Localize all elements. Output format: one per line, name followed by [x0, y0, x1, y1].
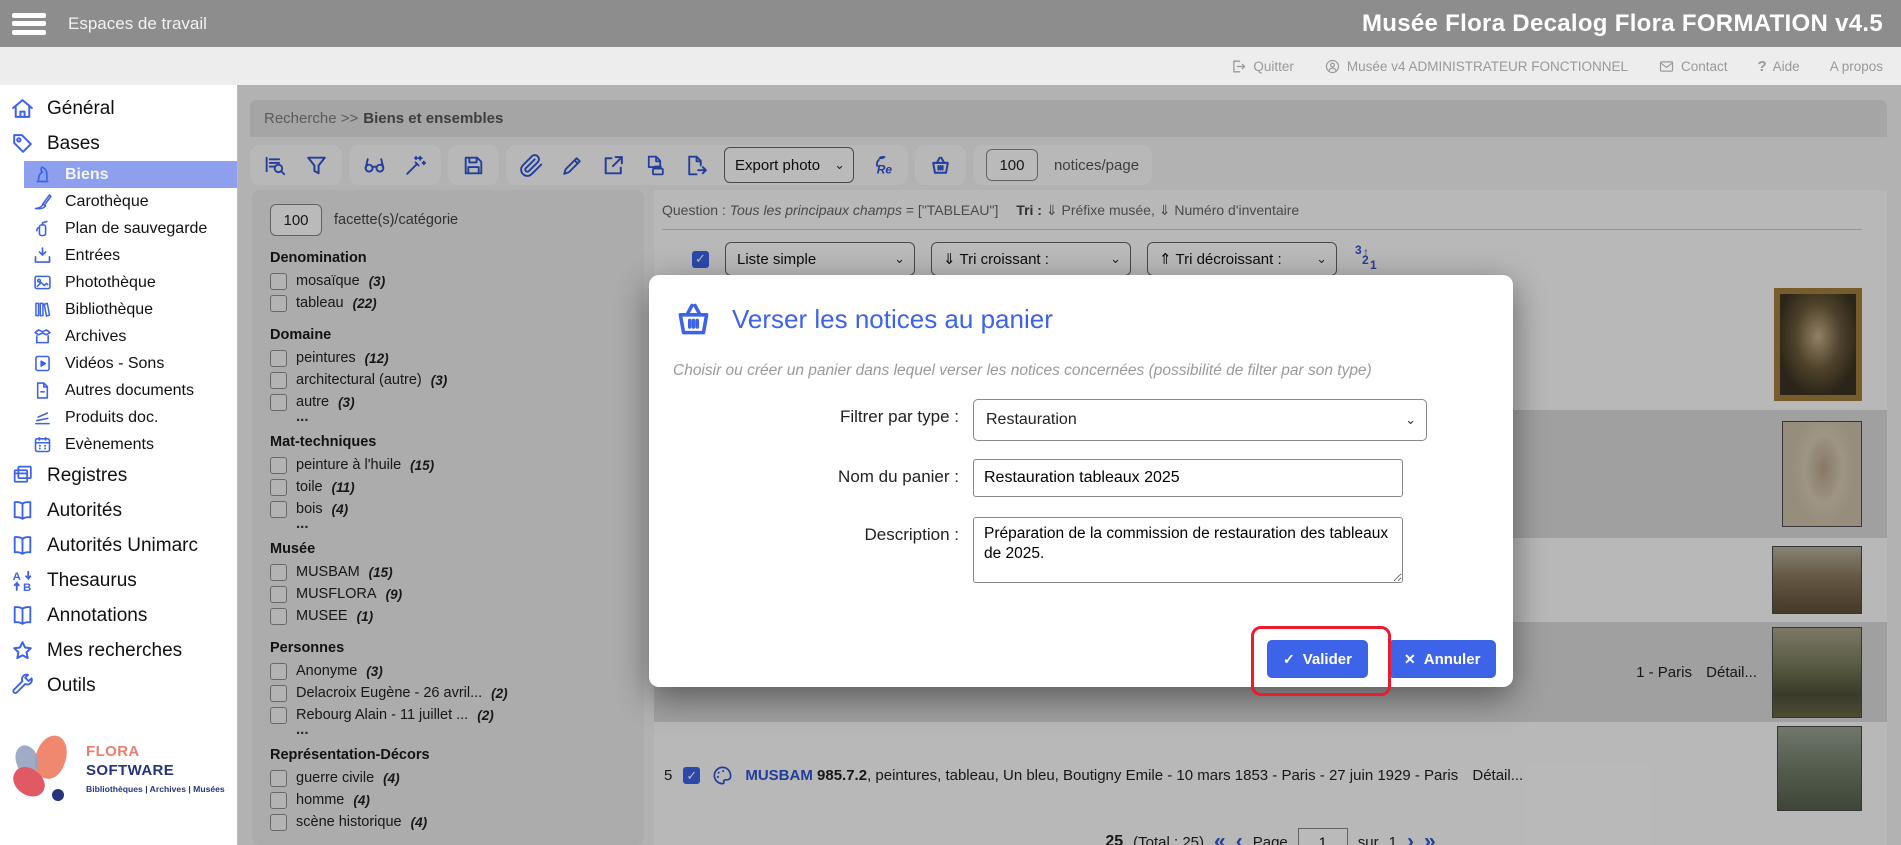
sidebar-item-autorites-unimarc[interactable]: Autorités Unimarc	[0, 528, 237, 563]
modal-subtitle: Choisir ou créer un panier dans lequel v…	[649, 342, 1513, 380]
sidebar-item-outils[interactable]: Outils	[0, 668, 237, 703]
sidebar-item-bibliotheque[interactable]: Bibliothèque	[0, 296, 237, 323]
star-icon	[10, 638, 35, 663]
workspace-label[interactable]: Espaces de travail	[68, 14, 207, 34]
az-sort-icon	[10, 568, 35, 593]
archive-box-icon	[32, 326, 53, 347]
description-textarea[interactable]	[973, 517, 1403, 583]
description-label: Description :	[649, 517, 959, 545]
tag-icon	[10, 131, 35, 156]
envelope-icon	[1658, 58, 1675, 75]
home-icon	[10, 96, 35, 121]
sidebar-item-autres-documents[interactable]: Autres documents	[0, 377, 237, 404]
sidebar-item-videos-sons[interactable]: Vidéos - Sons	[0, 350, 237, 377]
open-book-icon	[10, 498, 35, 523]
app-header: Espaces de travail Musée Flora Decalog F…	[0, 0, 1901, 47]
tray-download-icon	[32, 245, 53, 266]
extinguisher-icon	[32, 218, 53, 239]
image-icon	[32, 272, 53, 293]
video-icon	[32, 353, 53, 374]
basket-modal: Verser les notices au panier Choisir ou …	[649, 275, 1513, 687]
sidebar-item-entrees[interactable]: Entrées	[0, 242, 237, 269]
question-mark-icon: ?	[1758, 58, 1767, 75]
hamburger-menu-icon[interactable]	[12, 13, 46, 35]
check-icon: ✓	[1283, 651, 1295, 668]
open-book-icon	[10, 533, 35, 558]
calendar-icon	[32, 434, 53, 455]
filter-type-select[interactable]: Restauration ⌄	[973, 399, 1427, 441]
sidebar-item-registres[interactable]: Registres	[0, 458, 237, 493]
flora-software-logo: FLORA SOFTWARE Bibliothèques | Archives …	[8, 733, 228, 805]
open-book-icon	[10, 603, 35, 628]
sidebar-item-general[interactable]: Général	[0, 91, 237, 126]
contact-button[interactable]: Contact	[1658, 58, 1728, 75]
chevron-down-icon: ⌄	[1405, 412, 1416, 428]
user-icon	[1324, 58, 1341, 75]
sidebar-item-carotheque[interactable]: Carothèque	[0, 188, 237, 215]
document-icon	[32, 380, 53, 401]
about-button[interactable]: A propos	[1830, 59, 1883, 74]
sidebar: Général Bases Biens Carothèque Plan de s…	[0, 85, 238, 845]
user-menu[interactable]: Musée v4 ADMINISTRATEUR FONCTIONNEL	[1324, 58, 1628, 75]
flora-petals-icon	[8, 733, 78, 805]
sidebar-item-produits-doc[interactable]: Produits doc.	[0, 404, 237, 431]
app-title: Musée Flora Decalog Flora FORMATION v4.5	[1362, 10, 1883, 38]
layers-icon	[10, 463, 35, 488]
brush-icon	[32, 191, 53, 212]
basket-icon	[671, 297, 716, 342]
app-window: Espaces de travail Musée Flora Decalog F…	[0, 0, 1901, 845]
sidebar-item-plan-de-sauvegarde[interactable]: Plan de sauvegarde	[0, 215, 237, 242]
help-button[interactable]: ? Aide	[1758, 58, 1800, 75]
annuler-button[interactable]: ✕ Annuler	[1388, 640, 1496, 678]
sidebar-item-autorites[interactable]: Autorités	[0, 493, 237, 528]
modal-title: Verser les notices au panier	[732, 304, 1053, 335]
cross-icon: ✕	[1404, 651, 1416, 668]
sidebar-item-bases[interactable]: Bases	[0, 126, 237, 161]
sidebar-item-phototheque[interactable]: Photothèque	[0, 269, 237, 296]
sidebar-item-annotations[interactable]: Annotations	[0, 598, 237, 633]
valider-button[interactable]: ✓ Valider	[1267, 640, 1368, 678]
exit-icon	[1230, 58, 1247, 75]
filter-type-label: Filtrer par type :	[649, 399, 959, 427]
sidebar-item-evenements[interactable]: Evènements	[0, 431, 237, 458]
logo-subtitle: Bibliothèques | Archives | Musées	[86, 784, 228, 795]
basket-name-input[interactable]	[973, 459, 1403, 497]
sidebar-item-biens[interactable]: Biens	[24, 161, 237, 188]
knight-icon	[32, 164, 53, 185]
sheaf-icon	[32, 407, 53, 428]
basket-name-label: Nom du panier :	[649, 459, 959, 487]
sidebar-item-mes-recherches[interactable]: Mes recherches	[0, 633, 237, 668]
books-icon	[32, 299, 53, 320]
session-toolbar: Quitter Musée v4 ADMINISTRATEUR FONCTION…	[0, 47, 1901, 85]
sidebar-item-archives[interactable]: Archives	[0, 323, 237, 350]
wrench-icon	[10, 673, 35, 698]
sidebar-item-thesaurus[interactable]: Thesaurus	[0, 563, 237, 598]
quit-button[interactable]: Quitter	[1230, 58, 1294, 75]
